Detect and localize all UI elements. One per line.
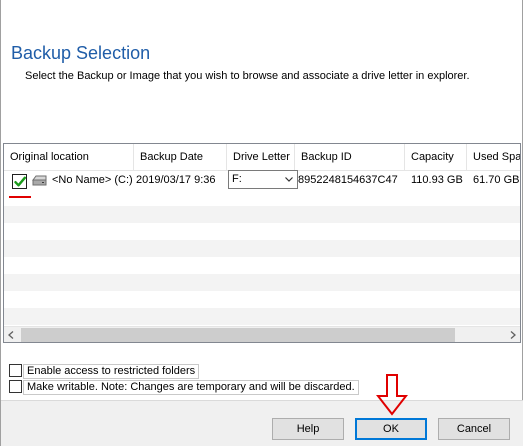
writable-label: Make writable. Note: Changes are tempora… bbox=[23, 380, 359, 395]
table-row bbox=[4, 291, 520, 308]
cell-capacity: 110.93 GB bbox=[411, 174, 463, 186]
dialog-window: Backup Selection Select the Backup or Im… bbox=[0, 0, 523, 446]
dialog-subtitle: Select the Backup or Image that you wish… bbox=[25, 70, 470, 82]
dialog-title: Backup Selection bbox=[11, 43, 151, 63]
scroll-right-arrow-icon[interactable] bbox=[510, 331, 516, 339]
table-row bbox=[4, 189, 520, 206]
column-header-original-location[interactable]: Original location bbox=[4, 144, 134, 171]
writable-checkbox[interactable] bbox=[9, 380, 22, 393]
restricted-folders-label: Enable access to restricted folders bbox=[23, 364, 200, 379]
column-header-drive-letter[interactable]: Drive Letter bbox=[227, 144, 295, 171]
row-select-checkbox[interactable] bbox=[12, 174, 27, 189]
checkmark-icon bbox=[14, 176, 26, 187]
table-row bbox=[4, 257, 520, 274]
drive-letter-value: F: bbox=[232, 173, 242, 185]
cell-location: <No Name> (C:) bbox=[52, 174, 133, 186]
column-header-backup-id[interactable]: Backup ID bbox=[295, 144, 405, 171]
table-row bbox=[4, 206, 520, 223]
dialog-footer: Help OK Cancel bbox=[1, 400, 523, 446]
table-row bbox=[4, 240, 520, 257]
scroll-left-arrow-icon[interactable] bbox=[8, 331, 14, 339]
horizontal-scrollbar[interactable] bbox=[4, 326, 520, 342]
column-header-backup-date[interactable]: Backup Date bbox=[134, 144, 227, 171]
hard-drive-icon bbox=[32, 175, 47, 186]
restricted-folders-checkbox[interactable] bbox=[9, 364, 22, 377]
cancel-button[interactable]: Cancel bbox=[438, 418, 510, 440]
table-row bbox=[4, 308, 520, 325]
table-row bbox=[4, 223, 520, 240]
cell-backup-id: 8952248154637C47 bbox=[298, 174, 398, 186]
table-header: Original location Backup Date Drive Lett… bbox=[4, 144, 520, 171]
cell-used-space: 61.70 GB bbox=[473, 174, 520, 186]
scrollbar-thumb[interactable] bbox=[21, 328, 455, 342]
ok-button[interactable]: OK bbox=[355, 418, 427, 440]
column-header-used-space[interactable]: Used Space bbox=[467, 144, 520, 171]
red-annotation-arrow-icon bbox=[376, 374, 408, 416]
backup-table: Original location Backup Date Drive Lett… bbox=[3, 143, 521, 343]
column-header-capacity[interactable]: Capacity bbox=[405, 144, 467, 171]
help-button[interactable]: Help bbox=[272, 418, 344, 440]
chevron-down-icon bbox=[285, 177, 293, 182]
table-row bbox=[4, 274, 520, 291]
cell-backup-date: 2019/03/17 9:36 bbox=[136, 174, 216, 186]
drive-letter-select[interactable]: F: bbox=[228, 170, 298, 189]
